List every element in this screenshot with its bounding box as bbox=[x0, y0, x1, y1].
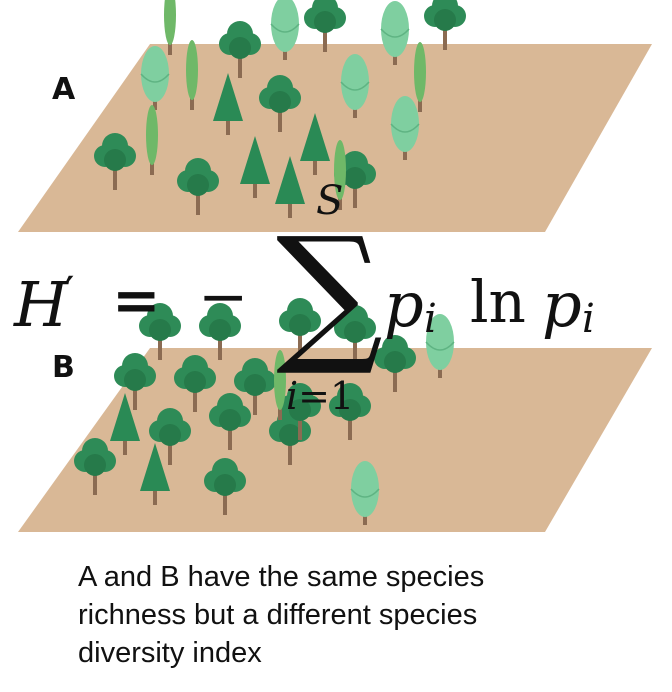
sum-lower-start: =1 bbox=[298, 374, 355, 418]
formula-p-subscript: i bbox=[424, 296, 437, 342]
formula-minus: − bbox=[198, 262, 249, 332]
sum-symbol: ∑ bbox=[276, 206, 384, 380]
diversity-figure: A B H ′ = − S ∑ i=1 p i ln p i A and B h… bbox=[0, 0, 672, 692]
plot-a-label: A bbox=[52, 72, 76, 107]
caption-line: A and B have the same species bbox=[78, 561, 485, 593]
sum-lower-index: i bbox=[286, 374, 299, 418]
formula-prime: ′ bbox=[64, 266, 75, 320]
caption: A and B have the same species richness b… bbox=[78, 558, 638, 672]
formula-equals: = bbox=[112, 266, 161, 334]
formula-p-second-subscript: i bbox=[582, 296, 595, 342]
plot-b-label: B bbox=[52, 350, 75, 385]
caption-line: diversity index bbox=[78, 637, 262, 669]
formula-h: H bbox=[14, 268, 69, 341]
formula-p: p bbox=[384, 268, 424, 341]
formula-p-second: p bbox=[542, 268, 582, 341]
caption-line: richness but a different species bbox=[78, 599, 478, 631]
formula-ln: ln bbox=[470, 268, 526, 336]
broadleaf-tree-icon bbox=[424, 0, 466, 50]
sum-lower-limit: i=1 bbox=[286, 374, 354, 418]
